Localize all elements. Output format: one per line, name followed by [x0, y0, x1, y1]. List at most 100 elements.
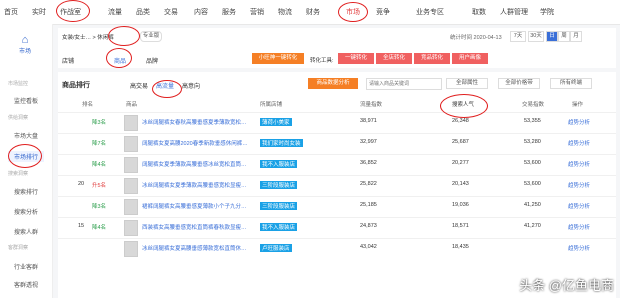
traffic-index: 25,185	[360, 202, 377, 208]
range-7d[interactable]: 7天	[510, 31, 526, 42]
sidebar-item-market-overview[interactable]: 市场大盘	[14, 131, 38, 140]
col-traffic[interactable]: 流量指数	[360, 100, 382, 108]
sidebar-item-industry-crowd[interactable]: 行业客群	[14, 262, 38, 271]
nav-market[interactable]: 市场	[346, 7, 360, 17]
search-popularity: 20,143	[452, 181, 469, 187]
col-shop: 所属店铺	[260, 102, 283, 108]
convert-one-click[interactable]: 一键转化	[338, 53, 374, 64]
rank-change: 降4名	[92, 162, 107, 168]
trend-analysis-link[interactable]: 趋势分析	[568, 244, 590, 252]
nav-trade[interactable]: 交易	[164, 7, 178, 17]
tab-item[interactable]: 商品	[114, 56, 126, 65]
product-title[interactable]: 西装裤女高腰垂感宽松直筒裤春秋款显瘦休闲裤黑色西装阔腿裤	[142, 223, 252, 231]
trend-analysis-link[interactable]: 趋势分析	[568, 223, 590, 231]
range-week[interactable]: 周	[558, 31, 570, 42]
terminal-select[interactable]: 所有终端	[550, 78, 592, 89]
mode-button[interactable]: 专业版	[140, 31, 162, 42]
product-title[interactable]: 冰丝阔腿裤女夏季薄款高腰垂感宽松显瘦休闲直筒裤九分裤夏装	[142, 181, 252, 189]
sidebar-item-search-rank[interactable]: 搜索排行	[14, 187, 38, 196]
product-title[interactable]: 裙裤阔腿裤女高腰垂感夏薄款小个子九分宽松直筒休闲裤子女夏	[142, 202, 252, 210]
category-selector[interactable]: 女装/女士… > 休闲裤	[62, 33, 114, 41]
price-select[interactable]: 全部价格带	[498, 78, 540, 89]
range-30d[interactable]: 30天	[528, 31, 544, 42]
traffic-index: 25,822	[360, 181, 377, 187]
rank-change: 降3名	[92, 120, 107, 126]
nav-content[interactable]: 内容	[194, 7, 208, 17]
search-popularity: 26,348	[452, 118, 469, 124]
nav-logistics[interactable]: 物流	[278, 7, 292, 17]
tab-brand[interactable]: 品牌	[146, 56, 158, 65]
shop-tag[interactable]: 三阶段服装店	[260, 202, 298, 210]
sidebar-section: 搜索洞察	[8, 171, 29, 177]
rank-change: 降7名	[92, 141, 107, 147]
shop-tag[interactable]: 我们家时尚女装	[260, 139, 303, 147]
rank-number: 15	[78, 223, 85, 229]
shop-tag[interactable]: 我不入服装店	[260, 160, 298, 168]
promo-button[interactable]: 小旺神一键转化	[252, 53, 304, 64]
table-row: 降3名 冰丝阔腿裤女春秋高腰垂感夏季薄款宽松拖地休闲直筒拖地裤薄荷小美家 38,97…	[58, 112, 616, 131]
nav-competition[interactable]: 竞争	[376, 7, 390, 17]
range-day[interactable]: 日	[546, 31, 558, 42]
col-trade[interactable]: 交易指数	[522, 100, 544, 108]
table-row: 降3名 裙裤阔腿裤女高腰垂感夏薄款小个子九分宽松直筒休闲裤子女夏三阶段服装店 25,…	[58, 196, 616, 215]
product-thumbnail[interactable]	[124, 136, 138, 152]
shop-tag[interactable]: 我不入服装店	[260, 223, 298, 231]
convert-full-shop[interactable]: 全店转化	[376, 53, 412, 64]
nav-traffic[interactable]: 流量	[108, 7, 122, 17]
sidebar-item-search-crowd[interactable]: 搜索人群	[14, 227, 38, 236]
sidebar-item-search-analysis[interactable]: 搜索分析	[14, 207, 38, 216]
trend-analysis-link[interactable]: 趋势分析	[568, 118, 590, 126]
trend-analysis-link[interactable]: 趋势分析	[568, 160, 590, 168]
nav-business-zone[interactable]: 业务专区	[416, 7, 444, 17]
tab-shop[interactable]: 店铺	[62, 56, 74, 65]
panel-title: 商品排行	[62, 82, 90, 89]
nav-home[interactable]: 首页	[4, 7, 18, 17]
nav-academy[interactable]: 学院	[540, 7, 554, 17]
trend-analysis-link[interactable]: 趋势分析	[568, 139, 590, 147]
shop-tag[interactable]: 三阶段服装店	[260, 181, 298, 189]
search-popularity: 19,036	[452, 202, 469, 208]
analysis-button[interactable]: 商品数据分析	[308, 78, 358, 89]
sidebar-item-market-rank[interactable]: 市场排行	[8, 151, 45, 162]
convert-competitor[interactable]: 竞品转化	[414, 53, 450, 64]
product-title[interactable]: 冰丝阔腿裤女春秋高腰垂感夏季薄款宽松拖地休闲直筒拖地裤	[142, 118, 252, 126]
col-search[interactable]: 搜索人气	[452, 100, 474, 108]
nav-crowd[interactable]: 人群管理	[500, 7, 528, 17]
trend-analysis-link[interactable]: 趋势分析	[568, 202, 590, 210]
product-title[interactable]: 阔腿裤女夏季薄款高腰垂感冰丝宽松直筒裤休闲拖地运动裤子	[142, 160, 252, 168]
col-product: 商品	[126, 102, 138, 108]
nav-data-fetch[interactable]: 取数	[472, 7, 486, 17]
attr-select[interactable]: 全部属性	[446, 78, 488, 89]
sidebar: ⌂ 市场 市场监控 监控看板 供给洞察 市场大盘 市场排行 搜索洞察 搜索排行 …	[0, 24, 53, 298]
product-thumbnail[interactable]	[124, 241, 138, 257]
nav-realtime[interactable]: 实时	[32, 7, 46, 17]
sidebar-section: 市场监控	[8, 81, 29, 87]
traffic-index: 38,971	[360, 118, 377, 124]
nav-finance[interactable]: 财务	[306, 7, 320, 17]
sidebar-item-monitor[interactable]: 监控看板	[14, 96, 38, 105]
trend-analysis-link[interactable]: 趋势分析	[568, 181, 590, 189]
filter-bar: 女装/女士… > 休闲裤 专业版 统计时间 2020-04-13 7天 30天 …	[58, 28, 616, 68]
tab-high-intent[interactable]: 高意向	[182, 81, 200, 90]
product-title[interactable]: 阔腿裤女夏高腰2020春季新款垂感休闲裤宽松显瘦拖地直筒裤	[142, 139, 252, 147]
nav-warroom[interactable]: 作战室	[60, 7, 81, 17]
sidebar-item-crowd-view[interactable]: 客群透视	[14, 280, 38, 289]
nav-marketing[interactable]: 营销	[250, 7, 264, 17]
shop-tag[interactable]: 卢旺服装店	[260, 244, 292, 252]
nav-category[interactable]: 品类	[136, 7, 150, 17]
product-thumbnail[interactable]	[124, 178, 138, 194]
sidebar-home[interactable]: ⌂ 市场	[10, 34, 40, 64]
nav-service[interactable]: 服务	[222, 7, 236, 17]
rank-change: 升5名	[92, 183, 107, 189]
tab-high-traffic[interactable]: 高流量	[156, 81, 174, 90]
product-thumbnail[interactable]	[124, 220, 138, 236]
product-title[interactable]: 冰丝阔腿裤女夏高腰垂感薄款宽松直筒休闲运动裤子拖地裤	[142, 244, 252, 252]
product-thumbnail[interactable]	[124, 157, 138, 173]
product-thumbnail[interactable]	[124, 115, 138, 131]
range-month[interactable]: 月	[570, 31, 582, 42]
shop-tag[interactable]: 薄荷小美家	[260, 118, 292, 126]
product-thumbnail[interactable]	[124, 199, 138, 215]
user-portrait[interactable]: 用户画像	[452, 53, 488, 64]
tab-high-trade[interactable]: 高交易	[130, 81, 148, 90]
search-input[interactable]	[366, 78, 442, 90]
